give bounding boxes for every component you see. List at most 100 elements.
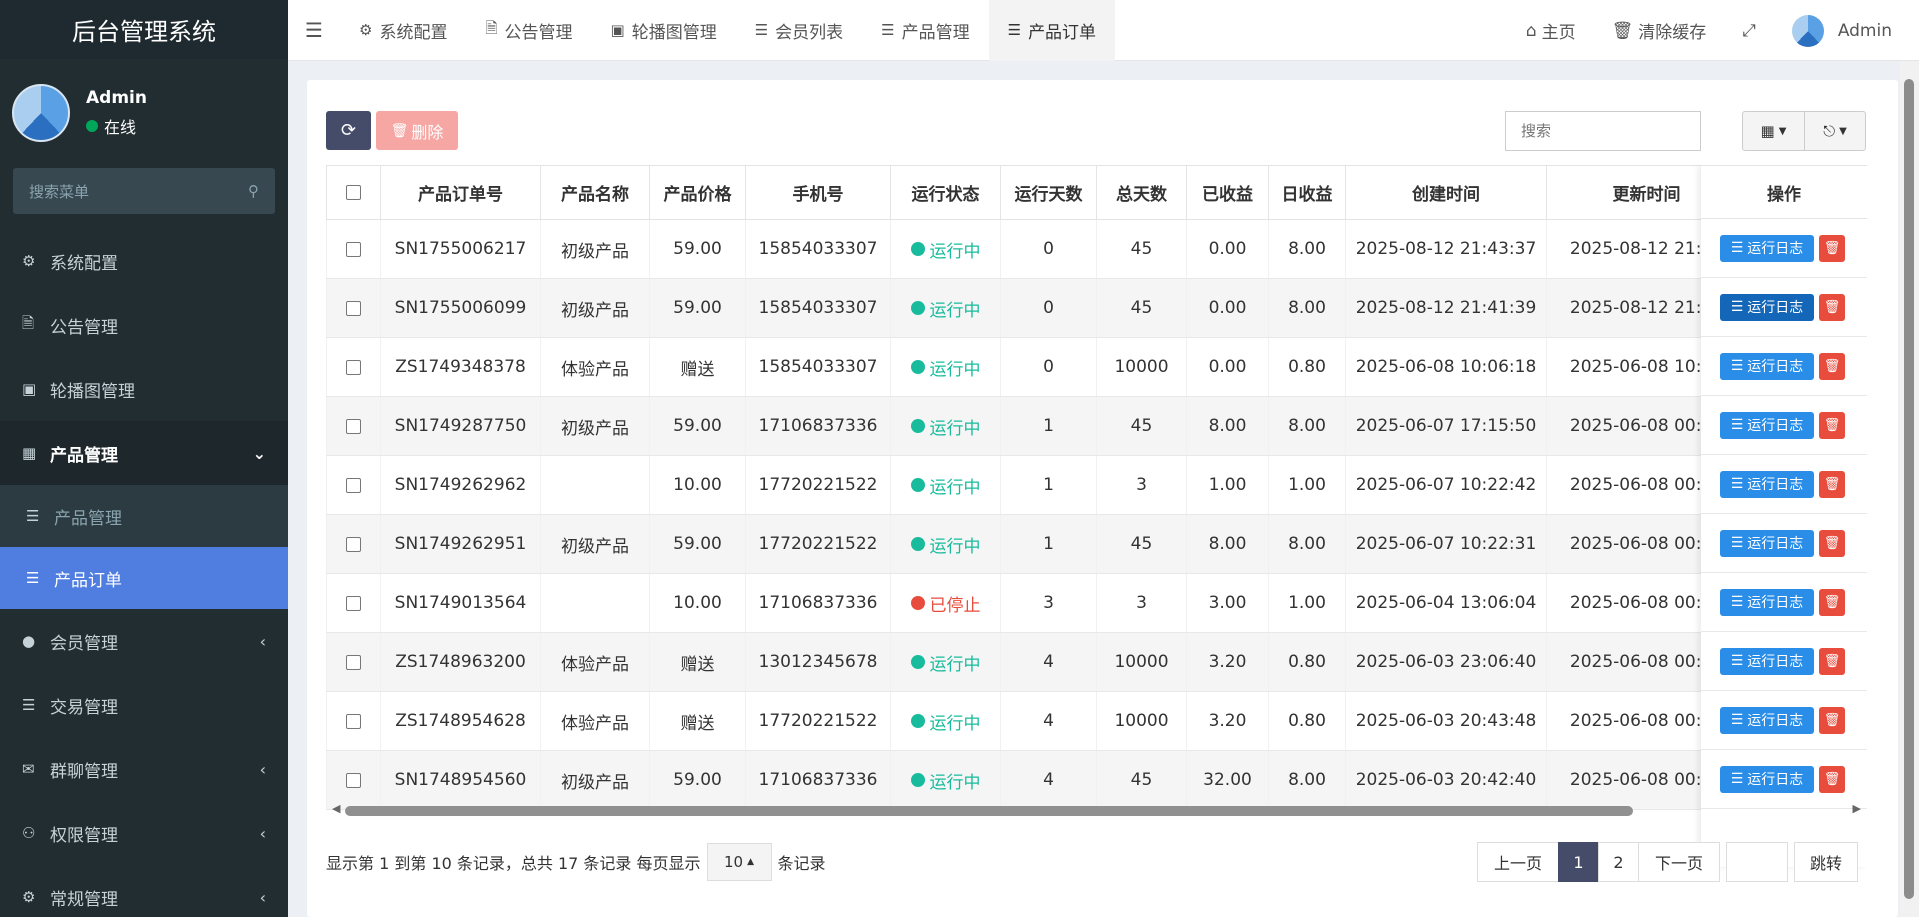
run-log-button[interactable]: ☰ 运行日志	[1720, 706, 1814, 734]
run-log-button[interactable]: ☰ 运行日志	[1720, 529, 1814, 557]
row-delete-button[interactable]: 🗑	[1819, 647, 1845, 675]
table-row[interactable]: SN1749262951 初级产品 59.00 17720221522 运行中 1 45 8.…	[326, 514, 1867, 574]
run-log-button[interactable]: ☰ 运行日志	[1720, 293, 1814, 321]
row-delete-button[interactable]: 🗑	[1819, 234, 1845, 262]
menu-search-input[interactable]: 搜索菜单 ⚲	[13, 168, 275, 214]
sidebar-item-transactions[interactable]: ☰ 交易管理	[0, 673, 288, 737]
run-log-button[interactable]: ☰ 运行日志	[1720, 588, 1814, 616]
table-cell: 初级产品	[540, 278, 650, 338]
clear-cache-button[interactable]: 🗑 清除缓存	[1594, 18, 1725, 44]
table-row[interactable]: SN1748954560 初级产品 59.00 17106837336 运行中 4 45 32…	[326, 750, 1867, 810]
row-delete-button[interactable]: 🗑	[1819, 765, 1845, 793]
export-button[interactable]: ⎋ ▼	[1804, 111, 1866, 151]
table-cell: 4	[1000, 691, 1097, 751]
row-delete-button[interactable]: 🗑	[1819, 352, 1845, 380]
row-delete-button[interactable]: 🗑	[1819, 529, 1845, 557]
page-size-select[interactable]: 10 ▲	[706, 843, 772, 881]
column-header[interactable]: 运行状态	[890, 165, 1001, 220]
row-checkbox[interactable]	[346, 654, 361, 670]
sidebar-item-products[interactable]: ▦ 产品管理 ⌄	[0, 421, 288, 485]
row-checkbox[interactable]	[346, 359, 361, 375]
sidebar-item-permissions[interactable]: ⚇ 权限管理 ‹	[0, 801, 288, 865]
tab-product-management[interactable]: ☰ 产品管理	[862, 0, 988, 61]
column-header[interactable]: 创建时间	[1345, 165, 1547, 220]
run-log-button[interactable]: ☰ 运行日志	[1720, 352, 1814, 380]
pagination-info: 显示第 1 到第 10 条记录，总共 17 条记录 每页显示 10 ▲ 条记录	[326, 842, 826, 882]
scroll-left-icon[interactable]: ◀	[332, 802, 340, 815]
column-header[interactable]: 产品名称	[540, 165, 650, 220]
vertical-scrollbar[interactable]	[1900, 61, 1919, 917]
tab-announcements[interactable]: 🗎 公告管理	[466, 0, 591, 61]
table-row[interactable]: ZS1748954628 体验产品 赠送 17720221522 运行中 4 10000 3.…	[326, 691, 1867, 751]
jump-button[interactable]: 跳转	[1794, 842, 1858, 882]
next-page-button[interactable]: 下一页	[1638, 842, 1720, 882]
column-header[interactable]: 产品价格	[649, 165, 746, 220]
admin-menu[interactable]: Admin	[1774, 14, 1919, 47]
row-checkbox[interactable]	[346, 300, 361, 316]
sidebar-subitem-product-management[interactable]: ☰ 产品管理	[0, 485, 288, 547]
run-log-button[interactable]: ☰ 运行日志	[1720, 411, 1814, 439]
column-header[interactable]: 日收益	[1268, 165, 1346, 220]
fullscreen-icon[interactable]: ⤢	[1724, 21, 1774, 41]
table-cell: SN1749262962	[380, 455, 541, 515]
sidebar-item-general[interactable]: ⚙ 常规管理 ‹	[0, 865, 288, 917]
page-button[interactable]: 2	[1598, 842, 1639, 882]
tab-carousel[interactable]: ▣ 轮播图管理	[592, 0, 736, 61]
run-log-button[interactable]: ☰ 运行日志	[1720, 470, 1814, 498]
run-log-button[interactable]: ☰ 运行日志	[1720, 765, 1814, 793]
jump-page-input[interactable]	[1726, 842, 1788, 882]
horizontal-scrollbar[interactable]: ◀ ▶	[326, 802, 1867, 816]
sidebar-item-system-config[interactable]: ⚙ 系统配置	[0, 229, 288, 293]
table-row[interactable]: ZS1748963200 体验产品 赠送 13012345678 运行中 4 10000 3.…	[326, 632, 1867, 692]
scrollbar-thumb[interactable]	[345, 806, 1633, 816]
run-log-button[interactable]: ☰ 运行日志	[1720, 647, 1814, 675]
table-row[interactable]: SN1749287750 初级产品 59.00 17106837336 运行中 1 45 8.…	[326, 396, 1867, 456]
refresh-button[interactable]: ⟳	[326, 111, 371, 150]
search-input[interactable]	[1505, 111, 1701, 151]
prev-page-button[interactable]: 上一页	[1477, 842, 1559, 882]
hamburger-icon[interactable]: ☰	[288, 18, 340, 42]
page-button[interactable]: 1	[1558, 842, 1599, 882]
row-delete-button[interactable]: 🗑	[1819, 293, 1845, 321]
table-row[interactable]: ZS1749348378 体验产品 赠送 15854033307 运行中 0 10000 0.…	[326, 337, 1867, 397]
column-header[interactable]: 手机号	[745, 165, 891, 220]
column-header[interactable]: 运行天数	[1000, 165, 1097, 220]
sidebar-item-announcements[interactable]: 🗎 公告管理	[0, 293, 288, 357]
sidebar-item-carousel[interactable]: ▣ 轮播图管理	[0, 357, 288, 421]
row-checkbox[interactable]	[346, 536, 361, 552]
delete-button[interactable]: 🗑 删除	[376, 111, 458, 150]
table-row[interactable]: SN1755006217 初级产品 59.00 15854033307 运行中 0 45 0.…	[326, 219, 1867, 279]
run-log-button[interactable]: ☰ 运行日志	[1720, 234, 1814, 262]
row-delete-button[interactable]: 🗑	[1819, 706, 1845, 734]
row-delete-button[interactable]: 🗑	[1819, 470, 1845, 498]
row-checkbox[interactable]	[346, 241, 361, 257]
row-checkbox[interactable]	[346, 772, 361, 788]
row-checkbox[interactable]	[346, 713, 361, 729]
tab-system-config[interactable]: ⚙ 系统配置	[340, 0, 466, 61]
app-logo[interactable]: 后台管理系统	[0, 0, 288, 59]
sidebar-item-members[interactable]: ● 会员管理 ‹	[0, 609, 288, 673]
sidebar-subitem-product-orders[interactable]: ☰ 产品订单	[0, 547, 288, 609]
table-row[interactable]: SN1755006099 初级产品 59.00 15854033307 运行中 0 45 0.…	[326, 278, 1867, 338]
table-cell: 8.00	[1268, 278, 1346, 338]
column-header[interactable]: 总天数	[1096, 165, 1187, 220]
tab-member-list[interactable]: ☰ 会员列表	[736, 0, 862, 61]
row-checkbox[interactable]	[346, 595, 361, 611]
columns-toggle-button[interactable]: ▦ ▼	[1742, 111, 1805, 151]
table-row[interactable]: SN1749262962 10.00 17720221522 运行中 1 3 1.00 1.0…	[326, 455, 1867, 515]
select-all-checkbox[interactable]	[346, 185, 361, 200]
status-cell: 已停止	[890, 573, 1001, 633]
sidebar-item-group-chat[interactable]: ✉ 群聊管理 ‹	[0, 737, 288, 801]
table-row[interactable]: SN1749013564 10.00 17106837336 已停止 3 3 3.00 1.0…	[326, 573, 1867, 633]
row-delete-button[interactable]: 🗑	[1819, 588, 1845, 616]
column-header[interactable]: 已收益	[1186, 165, 1269, 220]
row-checkbox[interactable]	[346, 477, 361, 493]
tab-product-orders[interactable]: ☰ 产品订单	[988, 0, 1116, 61]
column-header[interactable]: 产品订单号	[380, 165, 541, 220]
home-link[interactable]: ⌂ 主页	[1508, 18, 1594, 44]
row-delete-button[interactable]: 🗑	[1819, 411, 1845, 439]
row-checkbox[interactable]	[346, 418, 361, 434]
scroll-right-icon[interactable]: ▶	[1853, 802, 1861, 815]
scrollbar-thumb[interactable]	[1904, 79, 1914, 899]
table-cell: 2025-06-07 10:22:42	[1345, 455, 1547, 515]
